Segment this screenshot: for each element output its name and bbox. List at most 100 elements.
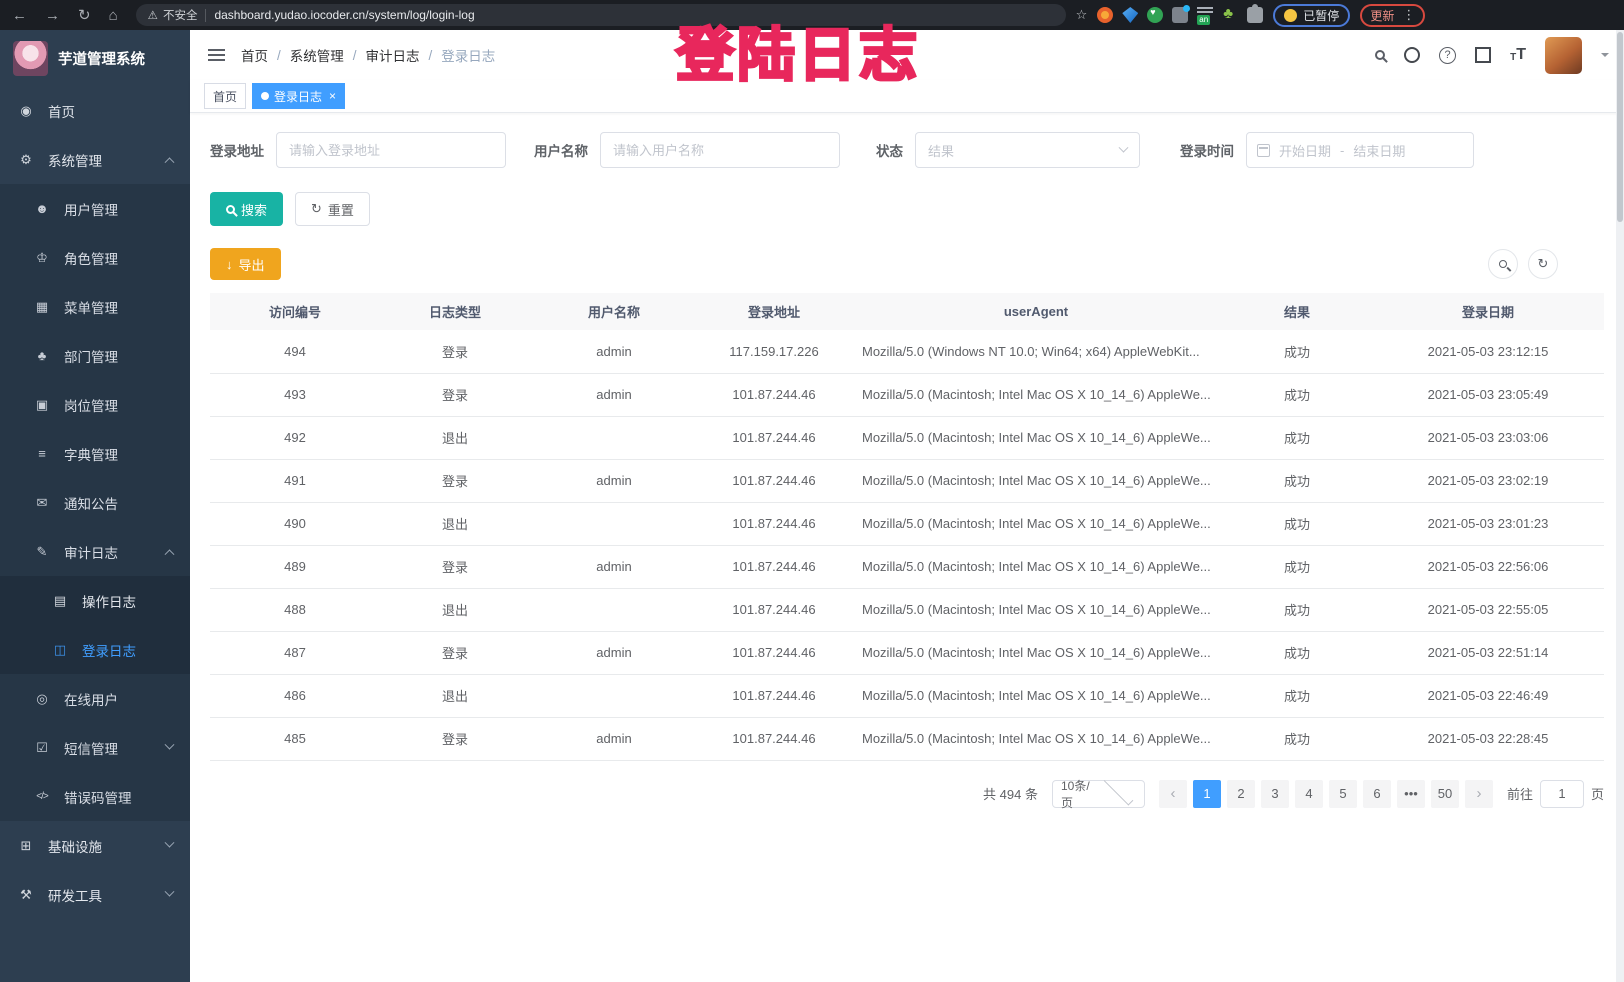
- breadcrumb-item[interactable]: 系统管理: [290, 45, 344, 65]
- tag-首页[interactable]: 首页: [204, 83, 246, 109]
- breadcrumb-item[interactable]: 首页: [241, 45, 268, 65]
- gem-icon[interactable]: [1122, 7, 1138, 23]
- an-ext-icon[interactable]: [1197, 7, 1213, 23]
- forward-icon[interactable]: →: [41, 8, 64, 23]
- tag-登录日志[interactable]: 登录日志×: [252, 83, 345, 109]
- sidebar-logo[interactable]: 芋道管理系统: [0, 30, 190, 86]
- sidebar-item-notice[interactable]: ✉通知公告: [0, 478, 190, 527]
- url-bar[interactable]: ⚠ 不安全 dashboard.yudao.iocoder.cn/system/…: [136, 4, 1066, 26]
- table-cell: 成功: [1222, 717, 1372, 760]
- login-log-table: 访问编号日志类型用户名称登录地址userAgent结果登录日期 494登录adm…: [210, 293, 1604, 761]
- more-pages-button[interactable]: •••: [1397, 780, 1425, 808]
- sidebar-item-operate-log[interactable]: ▤操作日志: [0, 576, 190, 625]
- plant-ext-icon[interactable]: [1222, 7, 1238, 23]
- username-input[interactable]: [600, 132, 840, 168]
- column-header: 登录日期: [1372, 293, 1604, 330]
- status-select[interactable]: 结果: [915, 132, 1140, 168]
- refresh-button[interactable]: ↻: [1528, 249, 1558, 279]
- chevron-down-icon: [165, 887, 175, 897]
- home-icon[interactable]: ⌂: [105, 8, 122, 23]
- start-date[interactable]: 开始日期: [1279, 141, 1331, 160]
- close-icon[interactable]: ×: [329, 89, 336, 103]
- table-cell: admin: [530, 631, 698, 674]
- update-button[interactable]: 更新 ⋮: [1360, 4, 1425, 27]
- prev-page-button[interactable]: ‹: [1159, 780, 1187, 808]
- login-log-icon: ◫: [51, 642, 69, 658]
- date-range-picker[interactable]: 开始日期 - 结束日期: [1246, 132, 1474, 168]
- search-button[interactable]: 搜索: [210, 192, 283, 226]
- grid-ext-icon[interactable]: [1172, 7, 1188, 23]
- avatar[interactable]: [1545, 37, 1582, 74]
- reload-icon[interactable]: ↻: [74, 8, 95, 23]
- scrollbar-thumb[interactable]: [1617, 32, 1623, 222]
- page-size-select[interactable]: 10条/页: [1052, 780, 1145, 808]
- goto-page-input[interactable]: [1540, 780, 1584, 808]
- breadcrumb-separator: /: [277, 48, 281, 63]
- page-button-5[interactable]: 5: [1329, 780, 1357, 808]
- heart-ext-icon[interactable]: [1147, 7, 1163, 23]
- security-label[interactable]: ⚠ 不安全: [148, 7, 198, 23]
- sidebar-item-dict-management[interactable]: ≡字典管理: [0, 429, 190, 478]
- sidebar-item-system-management[interactable]: ⚙系统管理: [0, 135, 190, 184]
- user-icon: ☻: [33, 201, 51, 216]
- end-date[interactable]: 结束日期: [1353, 141, 1405, 160]
- sidebar-item-sms-management[interactable]: ☑短信管理: [0, 723, 190, 772]
- table-cell: 489: [210, 545, 380, 588]
- page-content: 登录地址 用户名称 状态 结果 登录时间 开始日期 - 结束日期: [190, 113, 1624, 982]
- reset-button[interactable]: ↻ 重置: [295, 192, 370, 226]
- font-size-icon[interactable]: TT: [1510, 47, 1526, 63]
- table-cell: admin: [530, 330, 698, 373]
- table-row: 491登录admin101.87.244.46Mozilla/5.0 (Maci…: [210, 459, 1604, 502]
- hamburger-icon[interactable]: [205, 45, 227, 65]
- table-cell: 成功: [1222, 631, 1372, 674]
- sidebar-item-dev-tools[interactable]: ⚒研发工具: [0, 870, 190, 919]
- sidebar-item-online-users[interactable]: ◎在线用户: [0, 674, 190, 723]
- sidebar-item-menu-management[interactable]: ▦菜单管理: [0, 282, 190, 331]
- next-page-button[interactable]: ›: [1465, 780, 1493, 808]
- export-button[interactable]: ↓ 导出: [210, 248, 281, 280]
- page-button-3[interactable]: 3: [1261, 780, 1289, 808]
- table-row: 486退出101.87.244.46Mozilla/5.0 (Macintosh…: [210, 674, 1604, 717]
- github-icon[interactable]: [1404, 47, 1420, 63]
- page-button-1[interactable]: 1: [1193, 780, 1221, 808]
- back-icon[interactable]: ←: [8, 8, 31, 23]
- table-cell: Mozilla/5.0 (Macintosh; Intel Mac OS X 1…: [850, 459, 1222, 502]
- sidebar-item-login-log[interactable]: ◫登录日志: [0, 625, 190, 674]
- firefox-icon[interactable]: [1097, 7, 1113, 23]
- page-scrollbar[interactable]: [1616, 30, 1624, 982]
- table-cell: [530, 416, 698, 459]
- sidebar-item-user-management[interactable]: ☻用户管理: [0, 184, 190, 233]
- sidebar-item-infrastructure[interactable]: ⊞基础设施: [0, 821, 190, 870]
- table-cell: 101.87.244.46: [698, 459, 850, 502]
- total-count: 共 494 条: [983, 784, 1038, 803]
- sidebar-item-label: 部门管理: [64, 346, 118, 366]
- table-cell: 488: [210, 588, 380, 631]
- search-icon[interactable]: [1375, 50, 1385, 60]
- chevron-down-icon[interactable]: [1601, 53, 1609, 61]
- paused-badge[interactable]: 已暂停: [1273, 4, 1350, 27]
- page-button-6[interactable]: 6: [1363, 780, 1391, 808]
- page-button-50[interactable]: 50: [1431, 780, 1459, 808]
- sidebar-item-role-management[interactable]: ♔角色管理: [0, 233, 190, 282]
- sidebar-item-home[interactable]: ◉首页: [0, 86, 190, 135]
- column-header: 日志类型: [380, 293, 530, 330]
- table-cell: 101.87.244.46: [698, 631, 850, 674]
- sidebar-item-dept-management[interactable]: ♣部门管理: [0, 331, 190, 380]
- page-button-2[interactable]: 2: [1227, 780, 1255, 808]
- table-cell: Mozilla/5.0 (Macintosh; Intel Mac OS X 1…: [850, 502, 1222, 545]
- fullscreen-icon[interactable]: [1475, 47, 1491, 63]
- more-vertical-icon[interactable]: ⋮: [1402, 7, 1415, 23]
- sidebar-item-post-management[interactable]: ▣岗位管理: [0, 380, 190, 429]
- puzzle-ext-icon[interactable]: [1247, 7, 1263, 23]
- sidebar-item-audit-log[interactable]: ✎审计日志: [0, 527, 190, 576]
- sidebar-item-label: 字典管理: [64, 444, 118, 464]
- search-icon: [226, 205, 235, 214]
- url-text[interactable]: dashboard.yudao.iocoder.cn/system/log/lo…: [214, 8, 474, 22]
- star-icon[interactable]: ☆: [1076, 7, 1088, 23]
- toggle-search-button[interactable]: [1488, 249, 1518, 279]
- page-button-4[interactable]: 4: [1295, 780, 1323, 808]
- breadcrumb-item[interactable]: 审计日志: [366, 45, 420, 65]
- address-input[interactable]: [276, 132, 506, 168]
- sidebar-item-error-code-management[interactable]: </>错误码管理: [0, 772, 190, 821]
- help-icon[interactable]: [1439, 47, 1456, 64]
